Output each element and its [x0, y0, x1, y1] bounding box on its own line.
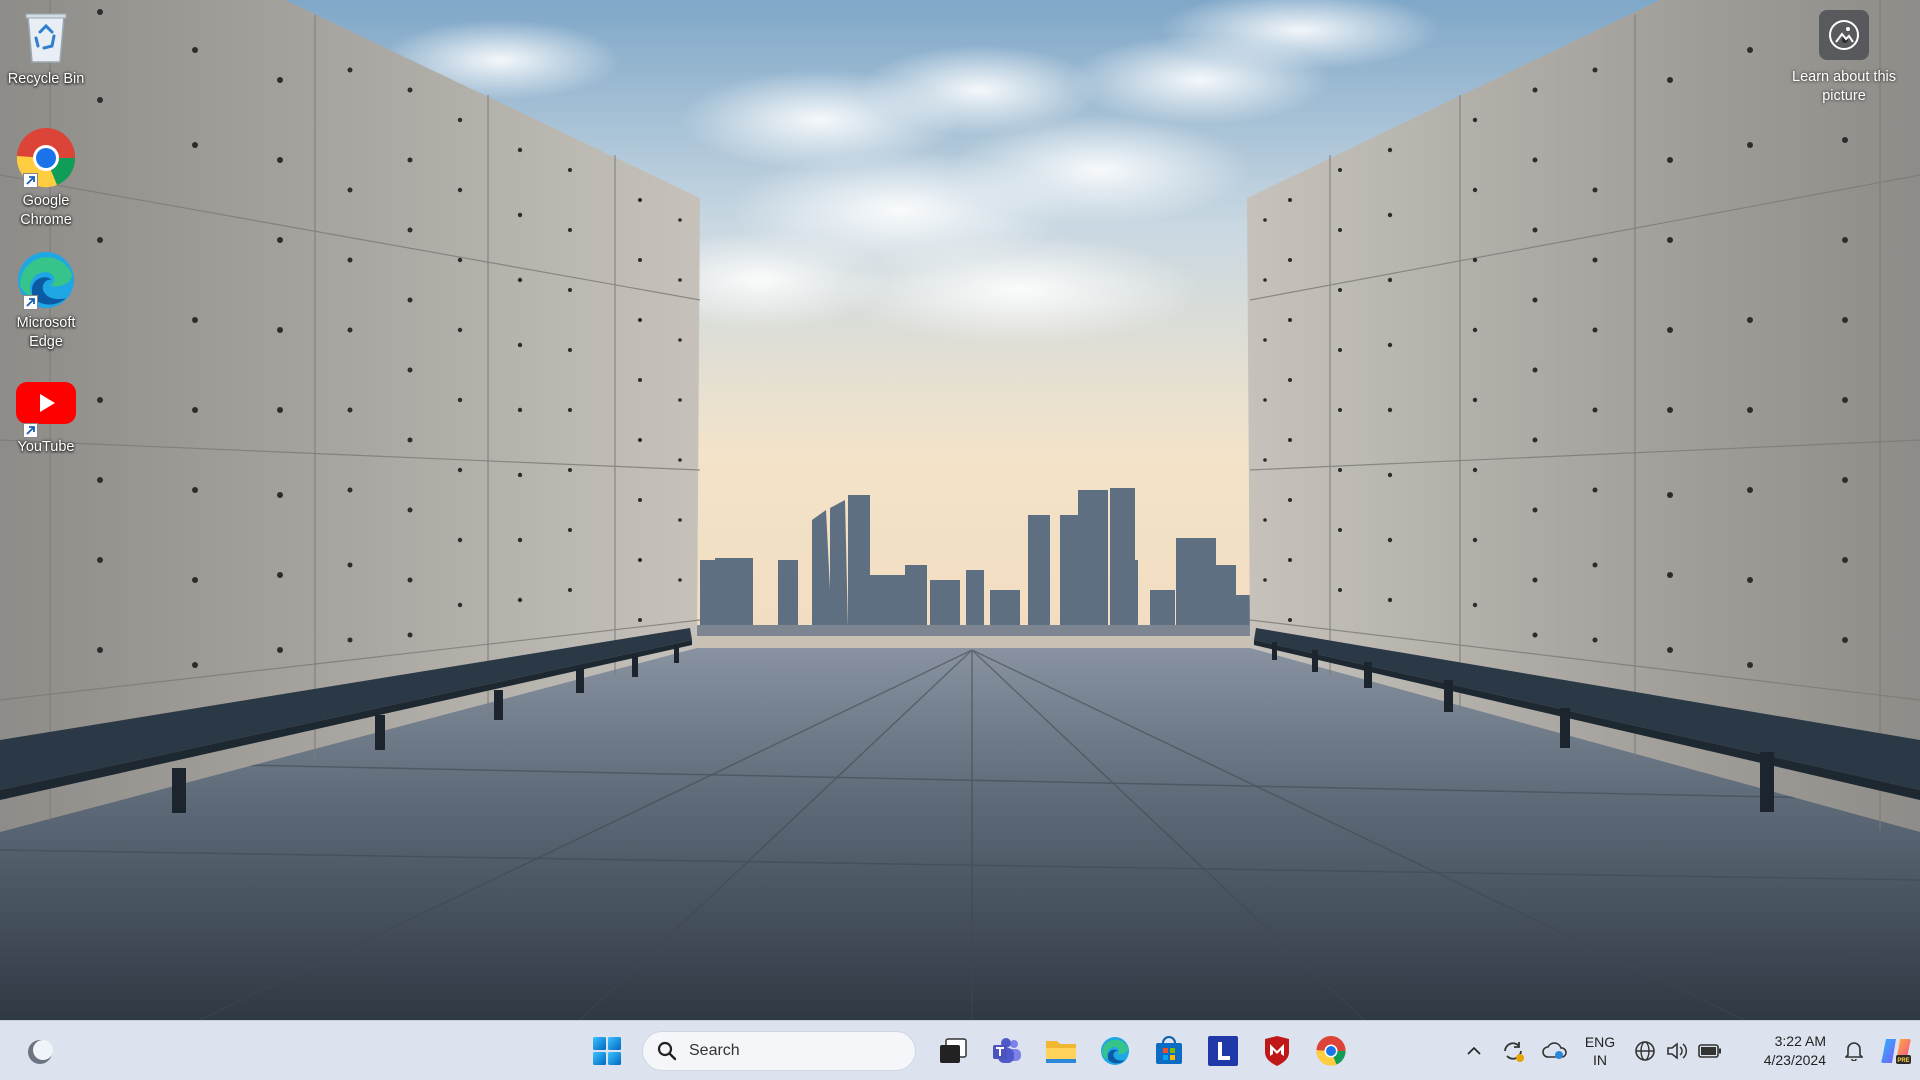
sync-icon [1504, 1042, 1524, 1062]
show-hidden-icons-button[interactable] [1456, 1031, 1492, 1071]
edge-taskbar-button[interactable] [1091, 1027, 1139, 1075]
l-app-icon [1208, 1036, 1238, 1066]
weather-icon [28, 1040, 53, 1064]
desktop-icon-label: Google Chrome [20, 193, 72, 228]
recycle-bin-icon [14, 4, 78, 68]
language-code: ENG [1584, 1034, 1616, 1050]
shortcut-arrow-icon [23, 423, 38, 438]
shortcut-arrow-icon [23, 295, 38, 310]
edge-icon [14, 248, 78, 312]
file-explorer-icon [1046, 1041, 1076, 1063]
search-icon [657, 1041, 677, 1061]
search-placeholder: Search [689, 1042, 740, 1059]
copilot-button[interactable]: PRE [1872, 1031, 1920, 1071]
task-view-icon [940, 1038, 967, 1063]
edge-icon [1101, 1037, 1129, 1065]
desktop-icon-label: Microsoft Edge [16, 315, 76, 350]
task-view-button[interactable] [929, 1027, 977, 1075]
widgets-button[interactable] [24, 1035, 56, 1067]
volume-icon [1667, 1042, 1688, 1060]
chevron-up-icon [1467, 1046, 1481, 1055]
chrome-icon [14, 126, 78, 190]
clock-date: 4/23/2024 [1763, 1052, 1826, 1068]
file-explorer-button[interactable] [1037, 1027, 1085, 1075]
taskbar-apps: Search [580, 1021, 1358, 1080]
desktop-icon-label: Recycle Bin [7, 71, 85, 87]
mcafee-button[interactable] [1253, 1027, 1301, 1075]
desktop-icon-label: YouTube [17, 439, 75, 455]
battery-icon [1698, 1044, 1721, 1058]
windows-start-icon [593, 1037, 621, 1065]
taskbar: Search ENG IN 3:22 AM 4/23/2024 PRE [0, 1020, 1920, 1080]
system-tray: ENG IN 3:22 AM 4/23/2024 PRE [1456, 1021, 1920, 1080]
desktop-icon-microsoft-edge[interactable]: Microsoft Edge [4, 248, 88, 352]
youtube-icon [14, 372, 78, 438]
microsoft-store-button[interactable] [1145, 1027, 1193, 1075]
camera-icon [1819, 10, 1869, 60]
desktop-wallpaper [0, 0, 1920, 1020]
start-button[interactable] [583, 1027, 631, 1075]
desktop-icon-google-chrome[interactable]: Google Chrome [4, 126, 88, 230]
clock-button[interactable]: 3:22 AM 4/23/2024 [1732, 1031, 1836, 1071]
mcafee-icon [1265, 1036, 1289, 1066]
teams-icon [993, 1038, 1021, 1063]
input-language-indicator[interactable]: ENG IN [1576, 1031, 1624, 1071]
cloud-icon [1542, 1042, 1567, 1059]
quick-settings-button[interactable] [1624, 1031, 1732, 1071]
sync-tray-button[interactable] [1492, 1031, 1534, 1071]
onedrive-tray-button[interactable] [1534, 1031, 1576, 1071]
desktop-icon-youtube[interactable]: YouTube [4, 372, 88, 457]
chrome-taskbar-button[interactable] [1307, 1027, 1355, 1075]
svg-text:PRE: PRE [1897, 1058, 1909, 1064]
network-globe-icon [1635, 1041, 1655, 1061]
region-code: IN [1593, 1052, 1607, 1068]
l-app-button[interactable] [1199, 1027, 1247, 1075]
clock-time: 3:22 AM [1774, 1033, 1826, 1049]
chrome-icon [1316, 1036, 1346, 1066]
learn-about-picture[interactable]: Learn about this picture [1784, 10, 1904, 106]
microsoft-store-icon [1156, 1036, 1182, 1064]
notifications-button[interactable] [1836, 1031, 1872, 1071]
taskbar-search[interactable]: Search [642, 1031, 916, 1071]
shortcut-arrow-icon [23, 173, 38, 188]
copilot-icon: PRE [1881, 1039, 1911, 1064]
teams-button[interactable] [983, 1027, 1031, 1075]
desktop-icon-recycle-bin[interactable]: Recycle Bin [4, 4, 88, 89]
learn-about-picture-label: Learn about this picture [1792, 69, 1896, 104]
bell-icon [1845, 1042, 1863, 1061]
